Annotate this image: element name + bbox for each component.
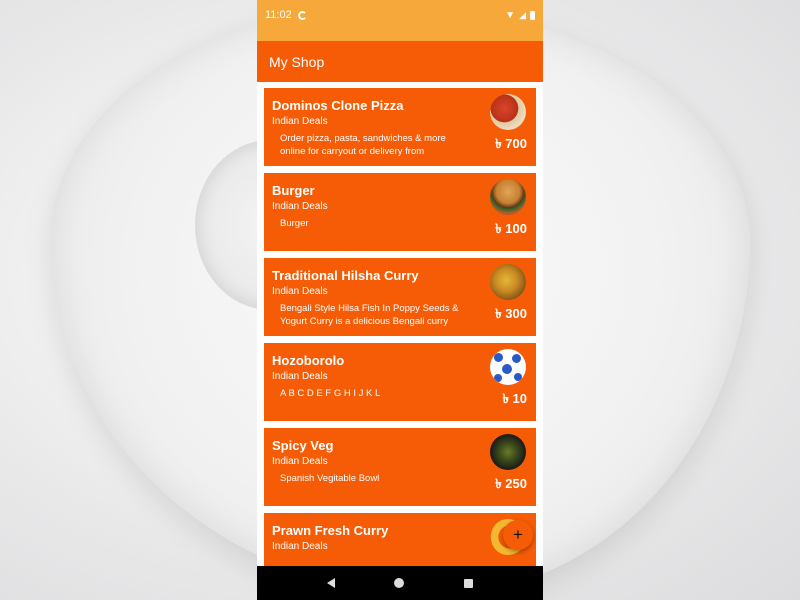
product-category: Indian Deals xyxy=(272,456,328,467)
app-bar: My Shop xyxy=(257,41,543,82)
status-icons: ▼ ◢ xyxy=(505,10,535,21)
product-category: Indian Deals xyxy=(272,371,328,382)
product-card[interactable]: Burger Indian Deals Burger ৳ 100 xyxy=(264,173,536,251)
status-bar-extension xyxy=(257,30,543,41)
product-price: ৳ 300 xyxy=(495,306,527,321)
product-card[interactable]: Spicy Veg Indian Deals Spanish Vegitable… xyxy=(264,428,536,506)
product-price: ৳ 100 xyxy=(495,221,527,236)
product-price: ৳ 250 xyxy=(495,476,527,491)
product-description: Burger xyxy=(280,218,309,229)
status-bar: 11:02 ▼ ◢ xyxy=(257,0,543,30)
product-description: Spanish Vegitable Bowl xyxy=(280,473,380,484)
burger-thumbnail xyxy=(490,179,526,215)
product-category: Indian Deals xyxy=(272,286,328,297)
product-card[interactable]: Hozoborolo Indian Deals A B C D E F G H … xyxy=(264,343,536,421)
product-list[interactable]: Dominos Clone Pizza Indian Deals Order p… xyxy=(257,82,543,566)
back-icon[interactable] xyxy=(326,578,335,588)
data-saver-icon xyxy=(297,10,307,20)
home-icon[interactable] xyxy=(394,578,405,588)
logo-mark-icon xyxy=(512,354,521,363)
battery-icon xyxy=(530,10,535,20)
product-description: A B C D E F G H I J K L xyxy=(280,388,381,399)
app-title: My Shop xyxy=(269,53,325,70)
recents-icon[interactable] xyxy=(464,578,474,588)
product-card[interactable]: Prawn Fresh Curry Indian Deals xyxy=(264,513,536,566)
system-nav-bar xyxy=(257,566,543,600)
product-category: Indian Deals xyxy=(272,201,328,212)
phone-screen: 11:02 ▼ ◢ My Shop Dominos Clone Pizza In… xyxy=(257,0,543,600)
product-card[interactable]: Traditional Hilsha Curry Indian Deals Be… xyxy=(264,258,536,336)
logo-mark-icon xyxy=(494,374,502,382)
logo-mark-icon xyxy=(502,364,512,374)
product-description: Bengali Style Hilsa Fish In Poppy Seeds … xyxy=(280,303,459,327)
signal-icon: ◢ xyxy=(519,9,526,20)
product-category: Indian Deals xyxy=(272,116,328,127)
logo-thumbnail xyxy=(490,349,526,385)
status-time: 11:02 xyxy=(265,9,292,21)
product-price: ৳ 700 xyxy=(495,136,527,151)
pizza-thumbnail xyxy=(490,94,526,130)
logo-mark-icon xyxy=(494,353,503,362)
wifi-icon: ▼ xyxy=(505,9,516,21)
add-product-button[interactable]: + xyxy=(503,520,533,550)
curry-thumbnail xyxy=(490,264,526,300)
veg-bowl-thumbnail xyxy=(490,434,526,470)
product-price: ৳ 10 xyxy=(502,391,527,406)
product-card[interactable]: Dominos Clone Pizza Indian Deals Order p… xyxy=(264,88,536,166)
logo-mark-icon xyxy=(514,373,522,381)
product-description: Order pizza, pasta, sandwiches & more on… xyxy=(280,133,446,157)
product-category: Indian Deals xyxy=(272,541,328,552)
